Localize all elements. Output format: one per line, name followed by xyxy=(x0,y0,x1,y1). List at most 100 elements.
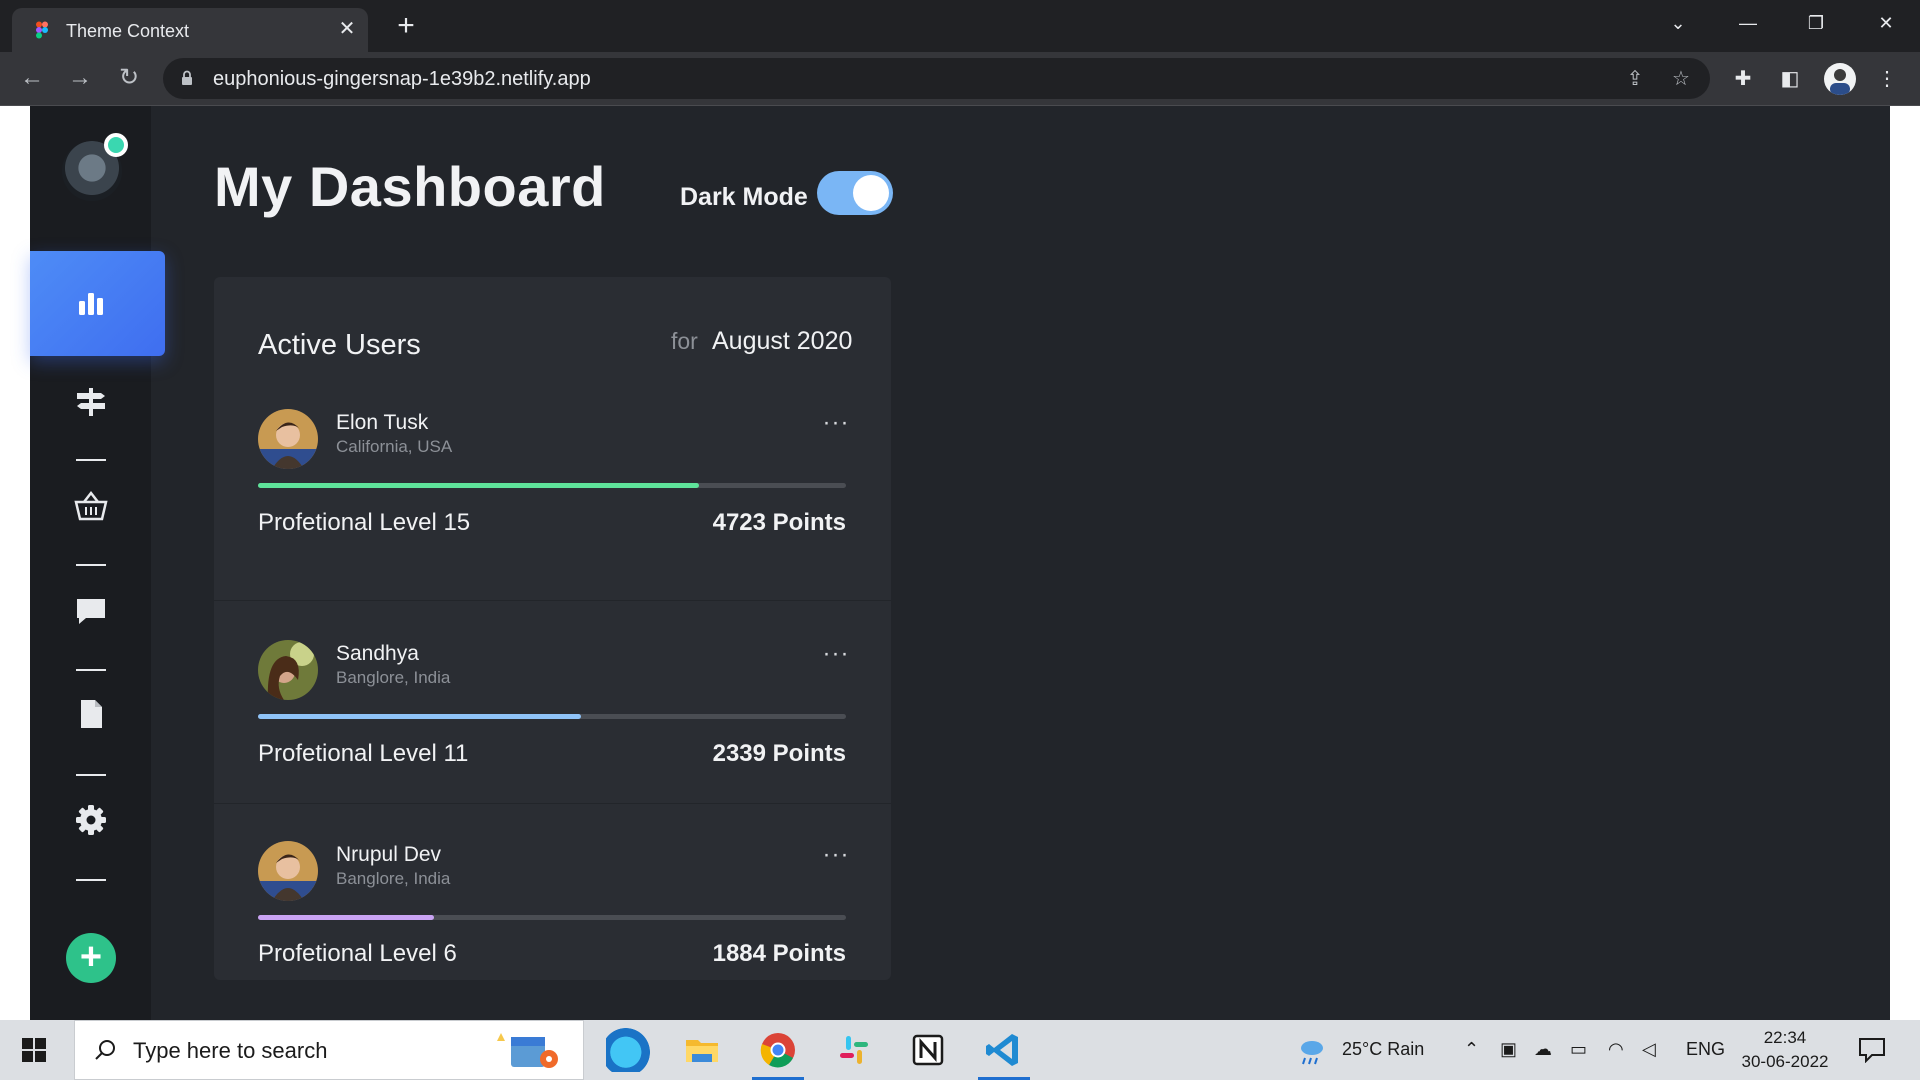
lock-icon xyxy=(182,70,192,85)
slack-icon[interactable] xyxy=(832,1028,876,1072)
page-title: My Dashboard xyxy=(214,155,606,218)
dark-mode-toggle[interactable] xyxy=(817,171,893,215)
taskbar-search-box[interactable]: Type here to search xyxy=(74,1020,584,1080)
sidebar-divider xyxy=(76,564,106,566)
notifications-icon[interactable] xyxy=(1858,1037,1886,1063)
period-selector[interactable]: August 2020 xyxy=(712,327,852,356)
more-options-icon[interactable]: ··· xyxy=(819,841,853,868)
meet-now-icon[interactable]: ▣ xyxy=(1500,1039,1517,1060)
user-row: Elon Tusk California, USA ··· Profetiona… xyxy=(214,397,891,599)
user-photo xyxy=(258,409,318,469)
chat-icon[interactable] xyxy=(74,594,108,628)
back-button[interactable]: ← xyxy=(16,62,48,94)
user-row: Sandhya Banglore, India ··· Profetional … xyxy=(214,600,891,803)
battery-icon[interactable]: ▭ xyxy=(1570,1039,1587,1060)
user-name: Sandhya xyxy=(336,642,419,665)
user-points: 4723 Points xyxy=(712,509,846,536)
chrome-icon[interactable] xyxy=(752,1028,804,1080)
online-status-dot xyxy=(104,133,128,157)
tab-search-icon[interactable]: ⌄ xyxy=(1658,8,1698,38)
gear-icon[interactable] xyxy=(74,803,108,837)
figma-icon xyxy=(36,21,48,39)
minimize-button[interactable]: — xyxy=(1728,8,1768,38)
signpost-icon[interactable] xyxy=(74,385,108,419)
windows-taskbar: Type here to search 25°C Rain ⌃ ▣ ☁ ▭ ◠ … xyxy=(0,1020,1920,1080)
web-page: + My Dashboard Dark Mode Active Users fo… xyxy=(0,106,1920,1020)
dashboard-app: + My Dashboard Dark Mode Active Users fo… xyxy=(30,106,1890,1020)
side-panel-icon[interactable]: ◧ xyxy=(1775,64,1805,94)
sidebar-divider xyxy=(76,774,106,776)
new-tab-button[interactable]: + xyxy=(390,11,422,43)
user-name: Elon Tusk xyxy=(336,411,429,434)
user-location: Banglore, India xyxy=(336,869,451,888)
active-users-card: Active Users for August 2020 Elon Tusk C… xyxy=(214,277,891,980)
more-options-icon[interactable]: ··· xyxy=(819,409,853,436)
share-icon[interactable]: ⇪ xyxy=(1622,66,1648,92)
calendar-widget-icon[interactable] xyxy=(489,1027,565,1075)
close-window-button[interactable]: ✕ xyxy=(1866,8,1906,38)
user-photo xyxy=(258,841,318,901)
person-icon xyxy=(258,409,318,469)
dark-mode-label: Dark Mode xyxy=(680,183,808,211)
add-button[interactable]: + xyxy=(66,933,116,983)
progress-fill xyxy=(258,915,435,920)
windows-start-icon[interactable] xyxy=(22,1038,46,1062)
onedrive-icon[interactable]: ☁ xyxy=(1534,1039,1552,1060)
sidebar-item-dashboard[interactable] xyxy=(30,251,165,356)
address-bar[interactable]: euphonious-gingersnap-1e39b2.netlify.app… xyxy=(163,58,1710,99)
system-clock[interactable]: 22:34 30-06-2022 xyxy=(1740,1026,1830,1074)
level-progress-bar xyxy=(258,714,846,719)
person-icon xyxy=(1830,69,1850,95)
volume-icon[interactable]: ◁ xyxy=(1642,1039,1656,1060)
user-points: 1884 Points xyxy=(712,940,846,967)
user-photo xyxy=(258,640,318,700)
clock-time: 22:34 xyxy=(1763,1028,1807,1047)
user-location: California, USA xyxy=(336,437,453,456)
forward-button[interactable]: → xyxy=(64,62,96,94)
user-row: Nrupul Dev Banglore, India ··· Profetion… xyxy=(214,803,891,980)
notion-logo-icon xyxy=(912,1034,944,1066)
vscode-logo-icon xyxy=(986,1034,1018,1066)
user-level: Profetional Level 11 xyxy=(258,740,469,767)
menu-kebab-icon[interactable]: ⋮ xyxy=(1872,64,1902,94)
rain-weather-icon xyxy=(1301,1041,1323,1065)
period-for-label: for xyxy=(671,328,698,354)
restore-button[interactable]: ❐ xyxy=(1796,8,1836,38)
level-progress-bar xyxy=(258,915,846,920)
close-tab-icon[interactable]: ✕ xyxy=(334,16,360,42)
user-location: Banglore, India xyxy=(336,668,451,687)
level-progress-bar xyxy=(258,483,846,488)
reload-button[interactable]: ↻ xyxy=(113,62,145,94)
user-name: Nrupul Dev xyxy=(336,843,442,866)
user-points: 2339 Points xyxy=(712,740,846,767)
folder-icon xyxy=(686,1040,718,1062)
user-level: Profetional Level 15 xyxy=(258,509,471,536)
bookmark-star-icon[interactable]: ☆ xyxy=(1668,66,1694,92)
chevron-up-icon[interactable]: ⌃ xyxy=(1464,1039,1479,1060)
document-icon[interactable] xyxy=(74,697,108,731)
vscode-icon[interactable] xyxy=(978,1028,1030,1080)
more-options-icon[interactable]: ··· xyxy=(819,640,853,667)
search-placeholder: Type here to search xyxy=(133,1038,328,1063)
language-indicator[interactable]: ENG xyxy=(1686,1039,1725,1060)
chrome-logo-icon xyxy=(760,1033,795,1068)
url-text: euphonious-gingersnap-1e39b2.netlify.app xyxy=(213,68,591,90)
weather-text[interactable]: 25°C Rain xyxy=(1342,1039,1424,1060)
user-avatar[interactable] xyxy=(62,133,128,201)
plus-icon: + xyxy=(79,936,103,978)
progress-fill xyxy=(258,483,699,488)
browser-tab[interactable]: Theme Context ✕ xyxy=(12,8,368,52)
slack-logo-icon xyxy=(840,1036,868,1064)
person-icon xyxy=(258,841,318,901)
extensions-icon[interactable]: ✚ xyxy=(1728,64,1758,94)
notion-icon[interactable] xyxy=(906,1028,950,1072)
edge-browser-icon[interactable] xyxy=(606,1028,650,1072)
search-icon xyxy=(95,1040,115,1060)
bar-chart-icon xyxy=(79,293,103,315)
profile-avatar[interactable] xyxy=(1824,63,1856,95)
user-level: Profetional Level 6 xyxy=(258,940,457,967)
file-explorer-icon[interactable] xyxy=(680,1028,724,1072)
basket-icon[interactable] xyxy=(74,489,108,523)
browser-titlebar: Theme Context ✕ + ⌄ — ❐ ✕ xyxy=(0,0,1920,52)
wifi-icon[interactable]: ◠ xyxy=(1608,1039,1624,1060)
